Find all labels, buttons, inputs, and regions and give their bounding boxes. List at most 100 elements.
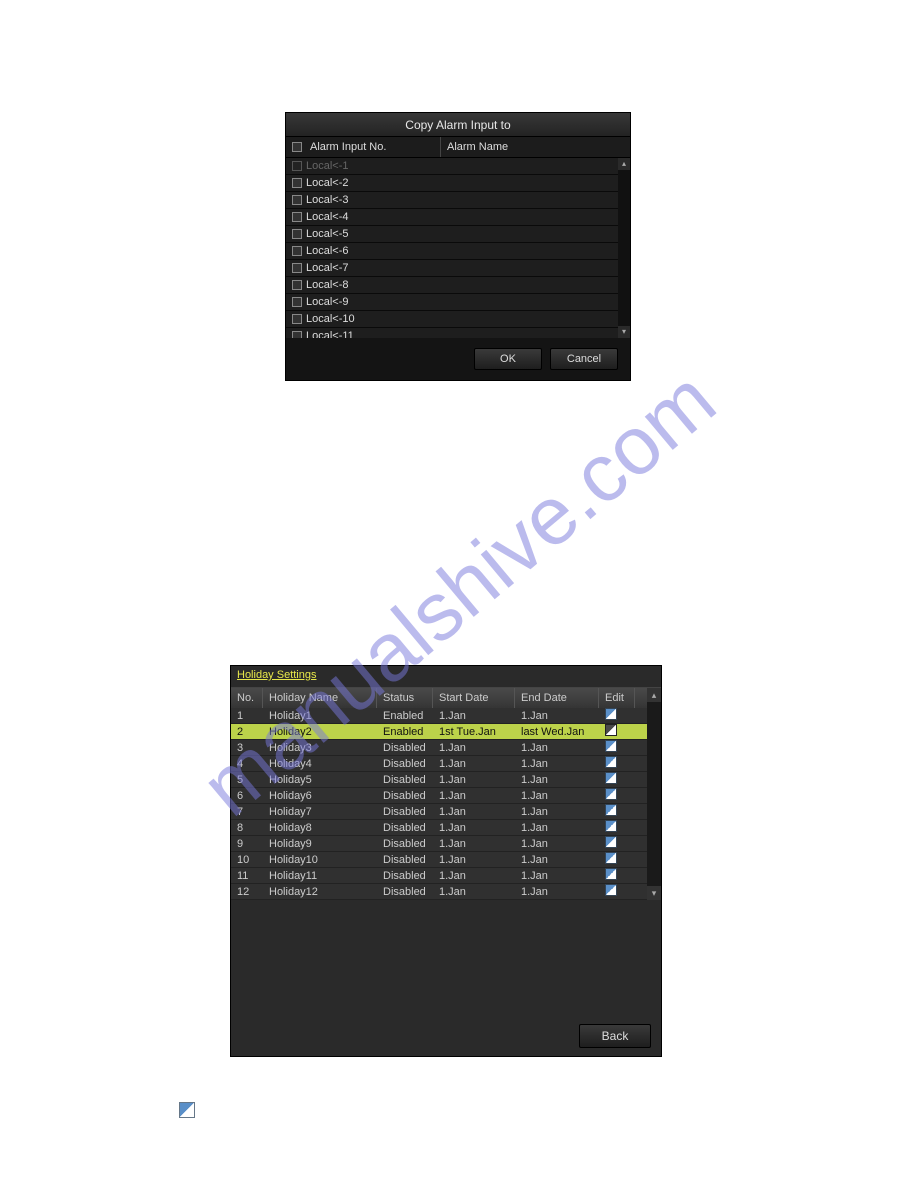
holiday-row[interactable]: 12Holiday12Disabled1.Jan1.Jan bbox=[231, 884, 661, 900]
holiday-row[interactable]: 2Holiday2Enabled1st Tue.Janlast Wed.Jan bbox=[231, 724, 661, 740]
row-checkbox[interactable] bbox=[292, 212, 302, 222]
scroll-up-icon[interactable]: ▴ bbox=[647, 688, 661, 702]
edit-icon[interactable] bbox=[605, 884, 617, 896]
holiday-row[interactable]: 11Holiday11Disabled1.Jan1.Jan bbox=[231, 868, 661, 884]
cell-name: Holiday1 bbox=[263, 710, 377, 722]
cell-name: Holiday3 bbox=[263, 742, 377, 754]
cell-status: Disabled bbox=[377, 886, 433, 898]
cell-start: 1.Jan bbox=[433, 838, 515, 850]
row-label: Local<-6 bbox=[306, 245, 349, 257]
tab-holiday-settings[interactable]: Holiday Settings bbox=[237, 669, 317, 681]
ok-button[interactable]: OK bbox=[474, 348, 542, 370]
cell-status: Enabled bbox=[377, 726, 433, 738]
alarm-row[interactable]: Local<-7 bbox=[286, 260, 630, 277]
cell-name: Holiday2 bbox=[263, 726, 377, 738]
cell-start: 1.Jan bbox=[433, 886, 515, 898]
alarm-row[interactable]: Local<-10 bbox=[286, 311, 630, 328]
col-start: Start Date bbox=[433, 688, 515, 708]
cell-status: Disabled bbox=[377, 790, 433, 802]
holiday-row[interactable]: 3Holiday3Disabled1.Jan1.Jan bbox=[231, 740, 661, 756]
scrollbar[interactable]: ▴ ▾ bbox=[618, 158, 630, 338]
row-checkbox[interactable] bbox=[292, 263, 302, 273]
cancel-button[interactable]: Cancel bbox=[550, 348, 618, 370]
alarm-row[interactable]: Local<-6 bbox=[286, 243, 630, 260]
row-checkbox[interactable] bbox=[292, 280, 302, 290]
cell-end: 1.Jan bbox=[515, 710, 599, 722]
cell-status: Disabled bbox=[377, 774, 433, 786]
row-checkbox bbox=[292, 161, 302, 171]
alarm-row[interactable]: Local<-1 bbox=[286, 158, 630, 175]
row-checkbox[interactable] bbox=[292, 331, 302, 338]
cell-no: 7 bbox=[231, 806, 263, 818]
cell-start: 1.Jan bbox=[433, 758, 515, 770]
grid-scrollbar[interactable]: ▴ ▾ bbox=[647, 688, 661, 900]
cell-no: 3 bbox=[231, 742, 263, 754]
scroll-up-icon[interactable]: ▴ bbox=[618, 158, 630, 170]
cell-edit bbox=[599, 740, 635, 755]
col-no: No. bbox=[231, 688, 263, 708]
cell-no: 5 bbox=[231, 774, 263, 786]
row-label: Local<-1 bbox=[306, 160, 349, 172]
cell-end: 1.Jan bbox=[515, 774, 599, 786]
cell-end: 1.Jan bbox=[515, 758, 599, 770]
alarm-row[interactable]: Local<-4 bbox=[286, 209, 630, 226]
cell-status: Disabled bbox=[377, 806, 433, 818]
edit-icon[interactable] bbox=[605, 804, 617, 816]
holiday-row[interactable]: 9Holiday9Disabled1.Jan1.Jan bbox=[231, 836, 661, 852]
row-checkbox[interactable] bbox=[292, 195, 302, 205]
edit-icon[interactable] bbox=[605, 836, 617, 848]
edit-icon[interactable] bbox=[605, 724, 617, 736]
holiday-row[interactable]: 8Holiday8Disabled1.Jan1.Jan bbox=[231, 820, 661, 836]
cell-end: 1.Jan bbox=[515, 886, 599, 898]
holiday-row[interactable]: 6Holiday6Disabled1.Jan1.Jan bbox=[231, 788, 661, 804]
row-checkbox[interactable] bbox=[292, 246, 302, 256]
edit-icon[interactable] bbox=[605, 756, 617, 768]
cell-name: Holiday12 bbox=[263, 886, 377, 898]
cell-no: 6 bbox=[231, 790, 263, 802]
row-label: Local<-8 bbox=[306, 279, 349, 291]
alarm-row[interactable]: Local<-5 bbox=[286, 226, 630, 243]
cell-edit bbox=[599, 772, 635, 787]
holiday-row[interactable]: 10Holiday10Disabled1.Jan1.Jan bbox=[231, 852, 661, 868]
row-checkbox[interactable] bbox=[292, 178, 302, 188]
cell-no: 1 bbox=[231, 710, 263, 722]
edit-icon[interactable] bbox=[605, 788, 617, 800]
scroll-down-icon[interactable]: ▾ bbox=[618, 326, 630, 338]
edit-icon[interactable] bbox=[605, 708, 617, 720]
row-checkbox[interactable] bbox=[292, 229, 302, 239]
holiday-row[interactable]: 7Holiday7Disabled1.Jan1.Jan bbox=[231, 804, 661, 820]
holiday-row[interactable]: 1Holiday1Enabled1.Jan1.Jan bbox=[231, 708, 661, 724]
cell-edit bbox=[599, 724, 635, 739]
row-label: Local<-11 bbox=[306, 330, 354, 338]
holiday-row[interactable]: 4Holiday4Disabled1.Jan1.Jan bbox=[231, 756, 661, 772]
row-checkbox[interactable] bbox=[292, 314, 302, 324]
holiday-row[interactable]: 5Holiday5Disabled1.Jan1.Jan bbox=[231, 772, 661, 788]
select-all-checkbox[interactable] bbox=[292, 142, 302, 152]
row-checkbox[interactable] bbox=[292, 297, 302, 307]
cell-edit bbox=[599, 708, 635, 723]
back-button[interactable]: Back bbox=[579, 1024, 651, 1048]
cell-name: Holiday6 bbox=[263, 790, 377, 802]
alarm-row[interactable]: Local<-9 bbox=[286, 294, 630, 311]
alarm-list-header: Alarm Input No. Alarm Name bbox=[286, 137, 630, 158]
alarm-row[interactable]: Local<-8 bbox=[286, 277, 630, 294]
cell-status: Disabled bbox=[377, 758, 433, 770]
alarm-row[interactable]: Local<-2 bbox=[286, 175, 630, 192]
cell-end: 1.Jan bbox=[515, 854, 599, 866]
col-edit: Edit bbox=[599, 688, 635, 708]
edit-icon[interactable] bbox=[605, 852, 617, 864]
edit-icon[interactable] bbox=[605, 740, 617, 752]
alarm-row[interactable]: Local<-3 bbox=[286, 192, 630, 209]
edit-icon[interactable] bbox=[605, 868, 617, 880]
scroll-down-icon[interactable]: ▾ bbox=[647, 886, 661, 900]
cell-edit bbox=[599, 820, 635, 835]
alarm-list: Local<-1 Local<-2Local<-3Local<-4 Local<-5… bbox=[286, 158, 630, 338]
cell-name: Holiday10 bbox=[263, 854, 377, 866]
edit-icon[interactable] bbox=[605, 820, 617, 832]
row-label: Local<-5 bbox=[306, 228, 349, 240]
edit-icon[interactable] bbox=[605, 772, 617, 784]
alarm-row[interactable]: Local<-11 bbox=[286, 328, 630, 338]
col-name: Holiday Name bbox=[263, 688, 377, 708]
cell-name: Holiday8 bbox=[263, 822, 377, 834]
cell-edit bbox=[599, 836, 635, 851]
